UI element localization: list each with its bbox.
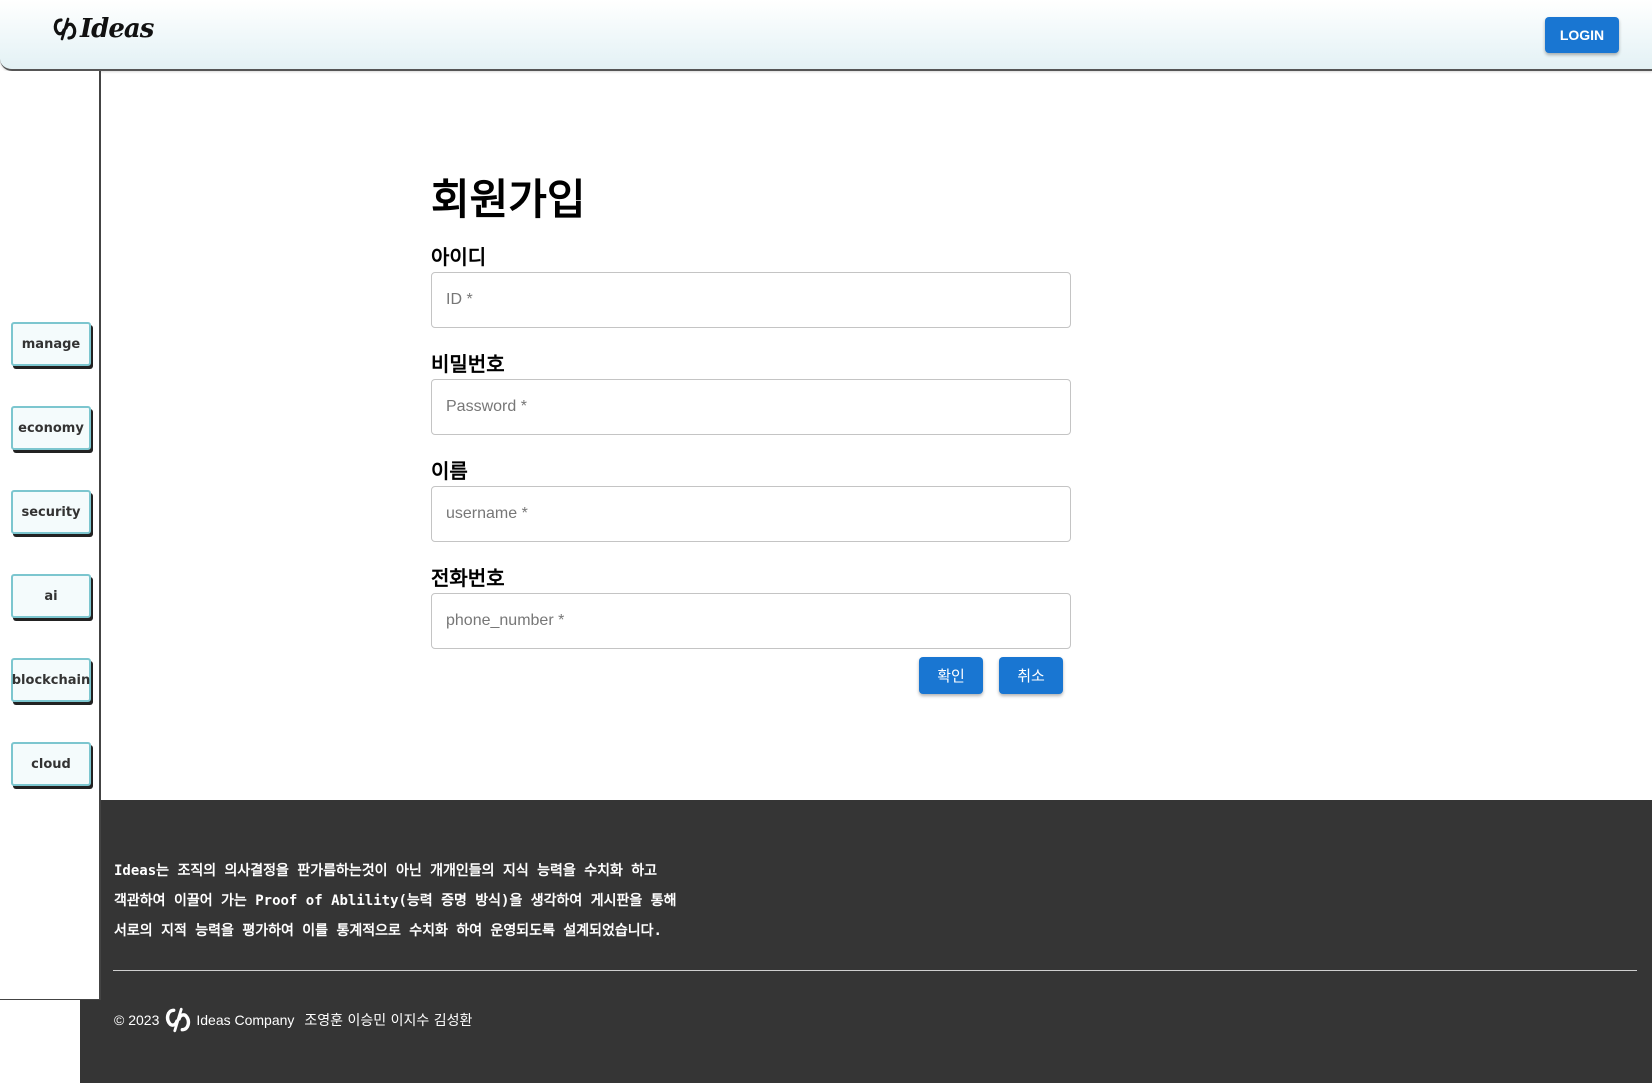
footer-description-line-2: 객관하여 이끌어 가는 Proof of Ablility(능력 증명 방식)을… [114,893,677,909]
sidebar-item-manage[interactable]: manage [11,322,91,366]
footer-description-line-1: Ideas는 조직의 의사결정을 판가름하는것이 아닌 개개인들의 지식 능력을… [114,863,658,879]
team-members: 조영훈 이승민 이지수 김성환 [304,1013,473,1029]
company-name: Ideas Company [196,1012,295,1028]
page-title: 회원가입 [431,175,586,224]
logo-mark-icon [53,17,77,41]
company-logo-icon [166,1007,191,1033]
copyright: © 2023 Ideas Company 조영훈 이승민 이지수 김성환 [114,1006,472,1034]
cancel-button[interactable]: 취소 [999,657,1063,694]
sidebar-item-economy[interactable]: economy [11,406,91,450]
password-field[interactable] [431,379,1071,435]
copyright-year: © 2023 [114,1012,160,1028]
login-button[interactable]: LOGIN [1545,17,1619,53]
category-sidebar: manage economy security ai blockchain cl… [0,71,101,1000]
sidebar-item-security[interactable]: security [11,490,91,534]
id-field[interactable] [431,272,1071,328]
phone-number-field[interactable] [431,593,1071,649]
logo[interactable]: Ideas [52,14,154,44]
top-app-bar: Ideas LOGIN [0,0,1652,71]
phone-number-label: 전화번호 [431,566,505,590]
id-label: 아이디 [431,245,487,269]
sidebar-item-ai[interactable]: ai [11,574,91,618]
sidebar-item-cloud[interactable]: cloud [11,742,91,786]
username-label: 이름 [431,459,468,483]
username-field[interactable] [431,486,1071,542]
logo-text: Ideas [80,14,154,44]
password-label: 비밀번호 [431,352,505,376]
confirm-button[interactable]: 확인 [919,657,983,694]
footer-divider [113,970,1637,971]
sidebar-item-blockchain[interactable]: blockchain [11,658,91,702]
footer-description-line-3: 서로의 지적 능력을 평가하여 이를 통계적으로 수치화 하여 운영되도록 설계… [114,923,662,939]
